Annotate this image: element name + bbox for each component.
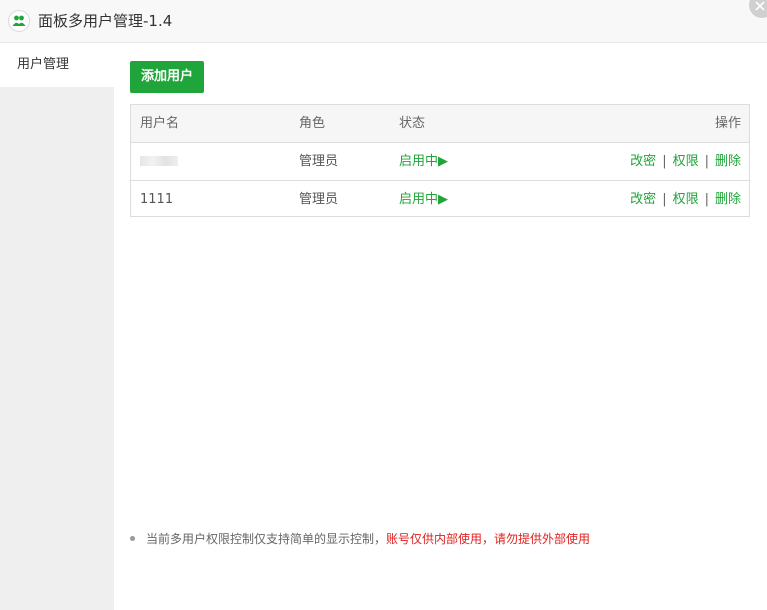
role-cell: 管理员 <box>299 154 339 169</box>
permissions-link[interactable]: 权限 <box>673 154 699 169</box>
separator: | <box>662 192 667 207</box>
add-user-button[interactable]: 添加用户 <box>130 61 204 93</box>
title-bar: 面板多用户管理-1.4 <box>0 0 767 43</box>
change-password-link[interactable]: 改密 <box>630 154 656 169</box>
role-cell: 管理员 <box>299 192 339 207</box>
username-cell: 1111 <box>140 192 174 207</box>
status-toggle[interactable]: 启用中▶ <box>399 143 448 180</box>
redacted-username <box>140 155 178 166</box>
table-row: 1111 管理员 启用中▶ 改密 | 权限 | 删除 <box>131 181 749 218</box>
username-cell <box>140 143 178 180</box>
header-role: 角色 <box>299 116 326 131</box>
users-icon <box>8 10 30 32</box>
note-text: 当前多用户权限控制仅支持简单的显示控制， <box>146 532 387 546</box>
delete-link[interactable]: 删除 <box>715 192 741 207</box>
window-title: 面板多用户管理-1.4 <box>38 12 173 30</box>
header-username: 用户名 <box>140 116 180 131</box>
actions-cell: 改密 | 权限 | 删除 <box>630 181 741 218</box>
header-actions: 操作 <box>714 116 741 131</box>
separator: | <box>704 154 709 169</box>
status-toggle[interactable]: 启用中▶ <box>399 181 448 218</box>
permissions-link[interactable]: 权限 <box>673 192 699 207</box>
sidebar-item-user-management[interactable]: 用户管理 <box>0 43 114 87</box>
sidebar: 用户管理 <box>0 43 114 610</box>
table-row: 管理员 启用中▶ 改密 | 权限 | 删除 <box>131 143 749 181</box>
table-header: 用户名 角色 状态 操作 <box>131 105 749 143</box>
note-warning: 账号仅供内部使用，请勿提供外部使用 <box>386 532 591 546</box>
separator: | <box>704 192 709 207</box>
change-password-link[interactable]: 改密 <box>630 192 656 207</box>
bullet-icon <box>130 536 135 541</box>
delete-link[interactable]: 删除 <box>715 154 741 169</box>
actions-cell: 改密 | 权限 | 删除 <box>630 143 741 180</box>
user-table: 用户名 角色 状态 操作 管理员 启用中▶ 改密 | 权限 | 删除 1111 管理员 … <box>130 104 750 217</box>
help-note: 当前多用户权限控制仅支持简单的显示控制，账号仅供内部使用，请勿提供外部使用 <box>130 529 590 549</box>
separator: | <box>662 154 667 169</box>
header-status: 状态 <box>399 116 426 131</box>
